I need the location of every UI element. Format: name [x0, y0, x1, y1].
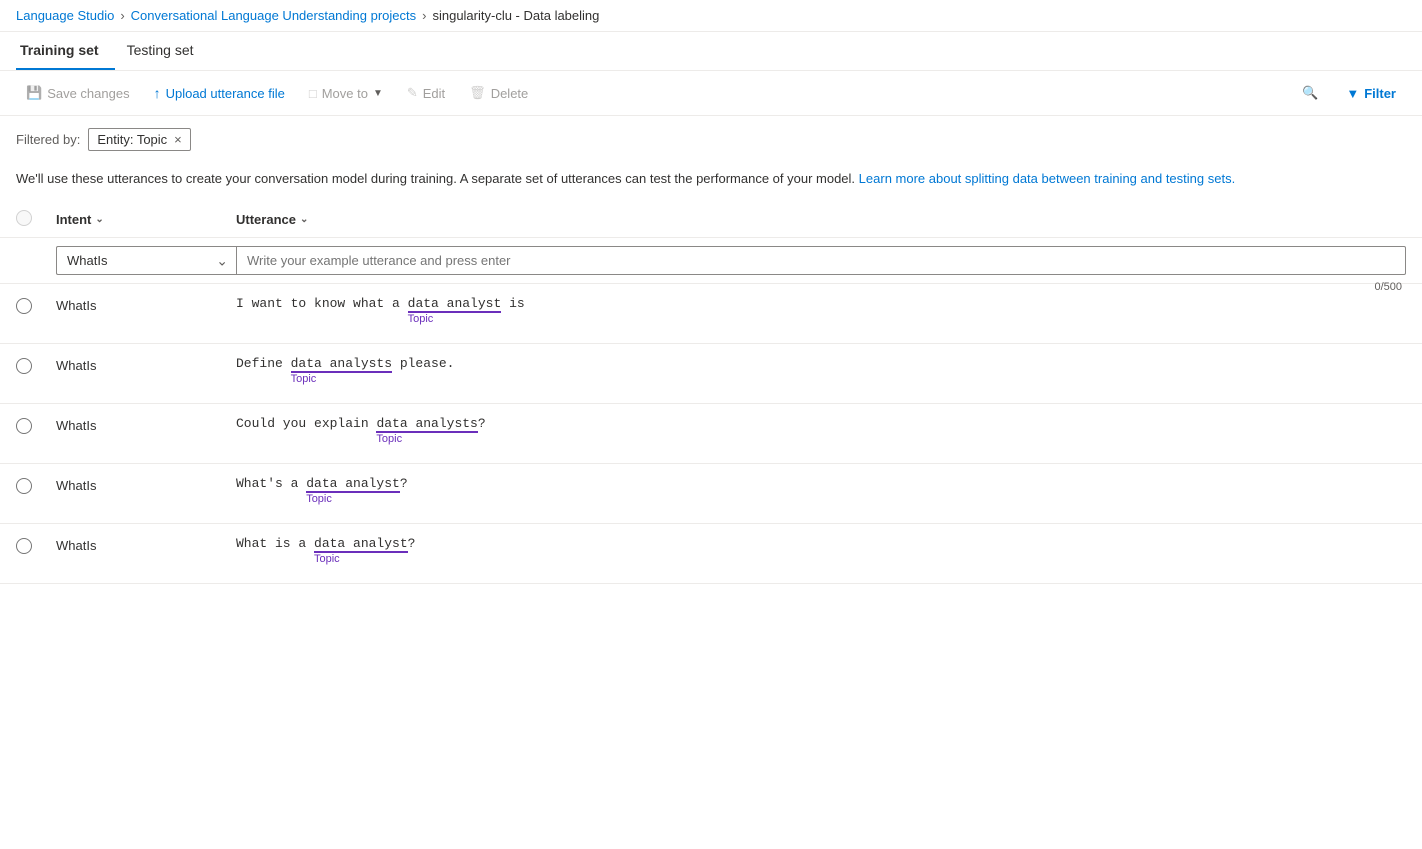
table-row: WhatIsWhat's a data analyst?Topic	[0, 464, 1422, 524]
utterance-entity-span: data analyst	[306, 476, 400, 493]
data-rows-container: WhatIsI want to know what a data analyst…	[0, 284, 1422, 584]
row-radio-col	[16, 296, 56, 317]
row-1-radio[interactable]	[16, 358, 32, 374]
save-icon: 💾	[26, 85, 42, 101]
move-to-chevron-icon: ▼	[373, 88, 383, 99]
breadcrumb-sep-1: ›	[120, 8, 124, 23]
tab-testing-set[interactable]: Testing set	[123, 32, 210, 70]
header-select-all[interactable]	[16, 210, 32, 226]
utterance-sort-icon: ⌄	[300, 214, 308, 225]
upload-utterance-file-label: Upload utterance file	[166, 86, 285, 101]
utterance-entity-span: data analyst	[408, 296, 502, 313]
entity-label: Topic	[236, 493, 1406, 505]
toolbar: 💾 Save changes ↑ Upload utterance file □…	[0, 71, 1422, 116]
intent-sort-icon: ⌄	[95, 214, 103, 225]
row-intent: WhatIs	[56, 476, 236, 493]
row-2-radio[interactable]	[16, 418, 32, 434]
upload-icon: ↑	[154, 85, 161, 101]
delete-icon: 🗑	[469, 85, 486, 101]
upload-utterance-file-button[interactable]: ↑ Upload utterance file	[144, 79, 295, 107]
header-checkbox-col	[16, 210, 56, 229]
row-4-radio[interactable]	[16, 538, 32, 554]
row-utterance: Could you explain data analysts?Topic	[236, 416, 1406, 445]
utterance-column-header[interactable]: Utterance ⌄	[236, 212, 1406, 227]
table-header: Intent ⌄ Utterance ⌄	[0, 202, 1422, 238]
save-changes-button[interactable]: 💾 Save changes	[16, 79, 140, 107]
header-utterance-col: Utterance ⌄	[236, 212, 1406, 227]
input-row-check	[16, 246, 56, 275]
move-to-label: Move to	[322, 86, 368, 101]
row-radio-col	[16, 416, 56, 437]
row-intent: WhatIs	[56, 536, 236, 553]
edit-button[interactable]: ✎ Edit	[397, 79, 455, 107]
edit-label: Edit	[423, 86, 445, 101]
search-icon: 🔍	[1302, 85, 1318, 101]
info-learn-more-link[interactable]: Learn more about splitting data between …	[859, 171, 1236, 186]
utterance-entity-span: data analyst	[314, 536, 408, 553]
breadcrumb: Language Studio › Conversational Languag…	[0, 0, 1422, 32]
entity-label: Topic	[236, 433, 1406, 445]
table-row: WhatIsI want to know what a data analyst…	[0, 284, 1422, 344]
table-row: WhatIsCould you explain data analysts?To…	[0, 404, 1422, 464]
utterance-entity-span: data analysts	[291, 356, 392, 373]
filter-funnel-icon: ▼	[1346, 86, 1359, 101]
utterance-input-row: WhatIs None Greet FindInfo 0/500	[0, 238, 1422, 284]
row-utterance: Define data analysts please.Topic	[236, 356, 1406, 385]
breadcrumb-sep-2: ›	[422, 8, 426, 23]
breadcrumb-language-studio[interactable]: Language Studio	[16, 8, 114, 23]
intent-select-wrap: WhatIs None Greet FindInfo	[56, 246, 236, 275]
utterance-text-input[interactable]	[236, 246, 1406, 275]
table-row: WhatIsWhat is a data analyst?Topic	[0, 524, 1422, 584]
filter-by-label: Filtered by:	[16, 132, 80, 147]
tabs-bar: Training set Testing set	[0, 32, 1422, 71]
intent-column-label: Intent	[56, 212, 91, 227]
delete-button[interactable]: 🗑 Delete	[459, 79, 538, 107]
table-row: WhatIsDefine data analysts please.Topic	[0, 344, 1422, 404]
breadcrumb-clu-projects[interactable]: Conversational Language Understanding pr…	[131, 8, 416, 23]
row-utterance: I want to know what a data analyst isTop…	[236, 296, 1406, 325]
filter-chip-close-button[interactable]: ×	[174, 132, 182, 147]
save-changes-label: Save changes	[47, 86, 129, 101]
delete-label: Delete	[491, 86, 529, 101]
intent-column-header[interactable]: Intent ⌄	[56, 212, 236, 227]
tab-training-set[interactable]: Training set	[16, 32, 115, 70]
entity-label: Topic	[236, 373, 1406, 385]
filter-label: Filter	[1364, 86, 1396, 101]
info-text-content: We'll use these utterances to create you…	[16, 171, 855, 186]
filter-area: Filtered by: Entity: Topic ×	[0, 116, 1422, 163]
char-count: 0/500	[1374, 281, 1402, 293]
utterance-input-wrap: 0/500	[236, 246, 1406, 275]
intent-select[interactable]: WhatIs None Greet FindInfo	[56, 246, 236, 275]
filter-chip: Entity: Topic ×	[88, 128, 190, 151]
row-3-radio[interactable]	[16, 478, 32, 494]
row-intent: WhatIs	[56, 356, 236, 373]
info-text: We'll use these utterances to create you…	[0, 163, 1422, 202]
filter-button[interactable]: ▼ Filter	[1336, 80, 1406, 107]
row-utterance: What's a data analyst?Topic	[236, 476, 1406, 505]
row-0-radio[interactable]	[16, 298, 32, 314]
breadcrumb-current: singularity-clu - Data labeling	[432, 8, 599, 23]
row-intent: WhatIs	[56, 416, 236, 433]
utterance-entity-span: data analysts	[376, 416, 477, 433]
header-intent-col: Intent ⌄	[56, 212, 236, 227]
entity-label: Topic	[236, 313, 1406, 325]
row-radio-col	[16, 356, 56, 377]
row-radio-col	[16, 536, 56, 557]
search-button[interactable]: 🔍	[1292, 79, 1328, 107]
row-intent: WhatIs	[56, 296, 236, 313]
edit-icon: ✎	[407, 85, 418, 101]
filter-chip-text: Entity: Topic	[97, 132, 167, 147]
entity-label: Topic	[236, 553, 1406, 565]
row-utterance: What is a data analyst?Topic	[236, 536, 1406, 565]
utterance-column-label: Utterance	[236, 212, 296, 227]
row-radio-col	[16, 476, 56, 497]
move-to-button[interactable]: □ Move to ▼	[299, 80, 393, 107]
move-icon: □	[309, 86, 317, 101]
